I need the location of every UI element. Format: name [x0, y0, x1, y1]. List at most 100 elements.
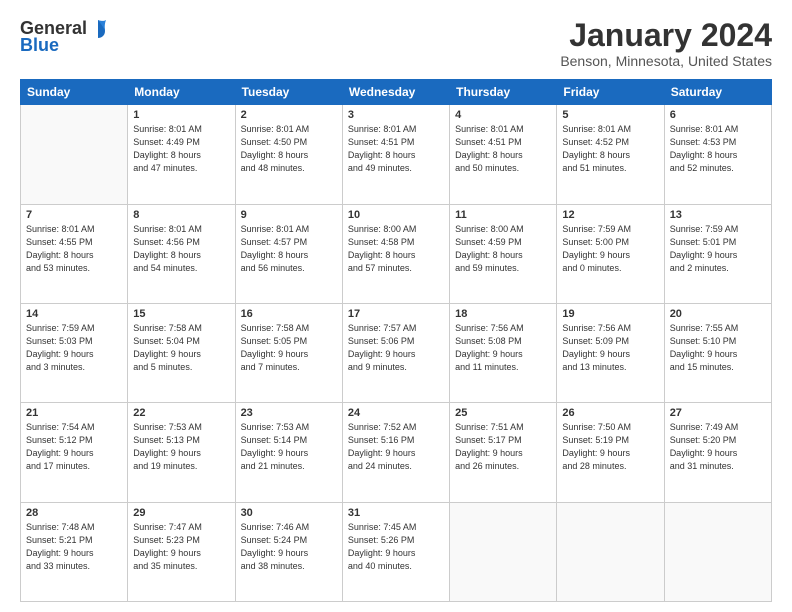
day-number: 30: [241, 507, 337, 519]
calendar-cell: 14 Sunrise: 7:59 AM Sunset: 5:03 PM Dayli…: [21, 303, 128, 402]
page: General Blue January 2024 Benson, Minnes…: [0, 0, 792, 612]
day-info: Sunrise: 7:50 AM Sunset: 5:19 PM Dayligh…: [562, 421, 658, 473]
calendar-cell: 9 Sunrise: 8:01 AM Sunset: 4:57 PM Daylig…: [235, 204, 342, 303]
calendar-cell: 27 Sunrise: 7:49 AM Sunset: 5:20 PM Dayli…: [664, 403, 771, 502]
day-header-monday: Monday: [128, 80, 235, 105]
day-info: Sunrise: 8:01 AM Sunset: 4:51 PM Dayligh…: [348, 123, 444, 175]
calendar-cell: 26Sunrise: 7:50 AM Sunset: 5:19 PM Dayli…: [557, 403, 664, 502]
day-number: 11: [455, 209, 551, 221]
day-info: Sunrise: 7:59 AM Sunset: 5:03 PM Dayligh…: [26, 322, 122, 374]
week-row: 14 Sunrise: 7:59 AM Sunset: 5:03 PM Dayli…: [21, 303, 772, 402]
calendar-cell: 18Sunrise: 7:56 AM Sunset: 5:08 PM Dayli…: [450, 303, 557, 402]
day-header-saturday: Saturday: [664, 80, 771, 105]
logo-bird-icon: [89, 18, 107, 40]
day-header-friday: Friday: [557, 80, 664, 105]
day-info: Sunrise: 7:55 AM Sunset: 5:10 PM Dayligh…: [670, 322, 766, 374]
calendar-cell: 4 Sunrise: 8:01 AM Sunset: 4:51 PM Daylig…: [450, 105, 557, 204]
day-info: Sunrise: 7:59 AM Sunset: 5:01 PM Dayligh…: [670, 223, 766, 275]
day-number: 2: [241, 109, 337, 121]
header: General Blue January 2024 Benson, Minnes…: [20, 18, 772, 69]
calendar-cell: 16Sunrise: 7:58 AM Sunset: 5:05 PM Dayli…: [235, 303, 342, 402]
calendar-cell: 22 Sunrise: 7:53 AM Sunset: 5:13 PM Dayli…: [128, 403, 235, 502]
calendar-cell: [664, 502, 771, 601]
week-row: 21Sunrise: 7:54 AM Sunset: 5:12 PM Dayli…: [21, 403, 772, 502]
day-info: Sunrise: 8:01 AM Sunset: 4:53 PM Dayligh…: [670, 123, 766, 175]
calendar-cell: 24 Sunrise: 7:52 AM Sunset: 5:16 PM Dayli…: [342, 403, 449, 502]
day-header-wednesday: Wednesday: [342, 80, 449, 105]
title-area: January 2024 Benson, Minnesota, United S…: [560, 18, 772, 69]
day-info: Sunrise: 7:59 AM Sunset: 5:00 PM Dayligh…: [562, 223, 658, 275]
calendar-cell: 28 Sunrise: 7:48 AM Sunset: 5:21 PM Dayli…: [21, 502, 128, 601]
day-info: Sunrise: 7:47 AM Sunset: 5:23 PM Dayligh…: [133, 521, 229, 573]
day-number: 4: [455, 109, 551, 121]
day-info: Sunrise: 7:58 AM Sunset: 5:04 PM Dayligh…: [133, 322, 229, 374]
day-number: 18: [455, 308, 551, 320]
day-number: 1: [133, 109, 229, 121]
calendar-cell: 12Sunrise: 7:59 AM Sunset: 5:00 PM Dayli…: [557, 204, 664, 303]
day-number: 6: [670, 109, 766, 121]
day-info: Sunrise: 8:01 AM Sunset: 4:51 PM Dayligh…: [455, 123, 551, 175]
day-number: 21: [26, 407, 122, 419]
calendar-cell: 2Sunrise: 8:01 AM Sunset: 4:50 PM Daylig…: [235, 105, 342, 204]
day-info: Sunrise: 8:01 AM Sunset: 4:52 PM Dayligh…: [562, 123, 658, 175]
day-info: Sunrise: 7:52 AM Sunset: 5:16 PM Dayligh…: [348, 421, 444, 473]
calendar-header-row: SundayMondayTuesdayWednesdayThursdayFrid…: [21, 80, 772, 105]
day-info: Sunrise: 7:51 AM Sunset: 5:17 PM Dayligh…: [455, 421, 551, 473]
day-number: 14: [26, 308, 122, 320]
calendar-cell: 10 Sunrise: 8:00 AM Sunset: 4:58 PM Dayli…: [342, 204, 449, 303]
calendar-cell: [450, 502, 557, 601]
location: Benson, Minnesota, United States: [560, 53, 772, 69]
day-number: 5: [562, 109, 658, 121]
calendar-cell: 1 Sunrise: 8:01 AM Sunset: 4:49 PM Daylig…: [128, 105, 235, 204]
day-number: 27: [670, 407, 766, 419]
day-info: Sunrise: 8:01 AM Sunset: 4:56 PM Dayligh…: [133, 223, 229, 275]
day-number: 24: [348, 407, 444, 419]
calendar-cell: 29Sunrise: 7:47 AM Sunset: 5:23 PM Dayli…: [128, 502, 235, 601]
calendar-cell: 25Sunrise: 7:51 AM Sunset: 5:17 PM Dayli…: [450, 403, 557, 502]
day-info: Sunrise: 7:53 AM Sunset: 5:13 PM Dayligh…: [133, 421, 229, 473]
day-number: 10: [348, 209, 444, 221]
day-info: Sunrise: 7:53 AM Sunset: 5:14 PM Dayligh…: [241, 421, 337, 473]
day-header-tuesday: Tuesday: [235, 80, 342, 105]
day-info: Sunrise: 7:45 AM Sunset: 5:26 PM Dayligh…: [348, 521, 444, 573]
day-number: 23: [241, 407, 337, 419]
day-number: 19: [562, 308, 658, 320]
day-number: 7: [26, 209, 122, 221]
calendar-cell: 15 Sunrise: 7:58 AM Sunset: 5:04 PM Dayli…: [128, 303, 235, 402]
calendar-cell: [557, 502, 664, 601]
day-info: Sunrise: 7:48 AM Sunset: 5:21 PM Dayligh…: [26, 521, 122, 573]
calendar-cell: 20 Sunrise: 7:55 AM Sunset: 5:10 PM Dayli…: [664, 303, 771, 402]
logo: General Blue: [20, 18, 107, 56]
week-row: 28 Sunrise: 7:48 AM Sunset: 5:21 PM Dayli…: [21, 502, 772, 601]
day-number: 20: [670, 308, 766, 320]
day-header-sunday: Sunday: [21, 80, 128, 105]
day-number: 22: [133, 407, 229, 419]
calendar-cell: 21Sunrise: 7:54 AM Sunset: 5:12 PM Dayli…: [21, 403, 128, 502]
day-info: Sunrise: 8:00 AM Sunset: 4:58 PM Dayligh…: [348, 223, 444, 275]
day-number: 13: [670, 209, 766, 221]
calendar: SundayMondayTuesdayWednesdayThursdayFrid…: [20, 79, 772, 602]
day-info: Sunrise: 8:01 AM Sunset: 4:55 PM Dayligh…: [26, 223, 122, 275]
day-info: Sunrise: 7:49 AM Sunset: 5:20 PM Dayligh…: [670, 421, 766, 473]
day-number: 17: [348, 308, 444, 320]
week-row: 1 Sunrise: 8:01 AM Sunset: 4:49 PM Daylig…: [21, 105, 772, 204]
calendar-cell: 31Sunrise: 7:45 AM Sunset: 5:26 PM Dayli…: [342, 502, 449, 601]
calendar-cell: 17 Sunrise: 7:57 AM Sunset: 5:06 PM Dayli…: [342, 303, 449, 402]
month-title: January 2024: [560, 18, 772, 53]
day-number: 9: [241, 209, 337, 221]
day-info: Sunrise: 7:56 AM Sunset: 5:09 PM Dayligh…: [562, 322, 658, 374]
day-info: Sunrise: 7:57 AM Sunset: 5:06 PM Dayligh…: [348, 322, 444, 374]
day-info: Sunrise: 8:01 AM Sunset: 4:49 PM Dayligh…: [133, 123, 229, 175]
day-number: 8: [133, 209, 229, 221]
calendar-cell: 8 Sunrise: 8:01 AM Sunset: 4:56 PM Daylig…: [128, 204, 235, 303]
day-info: Sunrise: 8:01 AM Sunset: 4:57 PM Dayligh…: [241, 223, 337, 275]
day-header-thursday: Thursday: [450, 80, 557, 105]
day-info: Sunrise: 7:46 AM Sunset: 5:24 PM Dayligh…: [241, 521, 337, 573]
calendar-cell: 19 Sunrise: 7:56 AM Sunset: 5:09 PM Dayli…: [557, 303, 664, 402]
calendar-cell: [21, 105, 128, 204]
calendar-cell: 30 Sunrise: 7:46 AM Sunset: 5:24 PM Dayli…: [235, 502, 342, 601]
day-info: Sunrise: 7:58 AM Sunset: 5:05 PM Dayligh…: [241, 322, 337, 374]
day-number: 28: [26, 507, 122, 519]
day-number: 3: [348, 109, 444, 121]
day-number: 15: [133, 308, 229, 320]
